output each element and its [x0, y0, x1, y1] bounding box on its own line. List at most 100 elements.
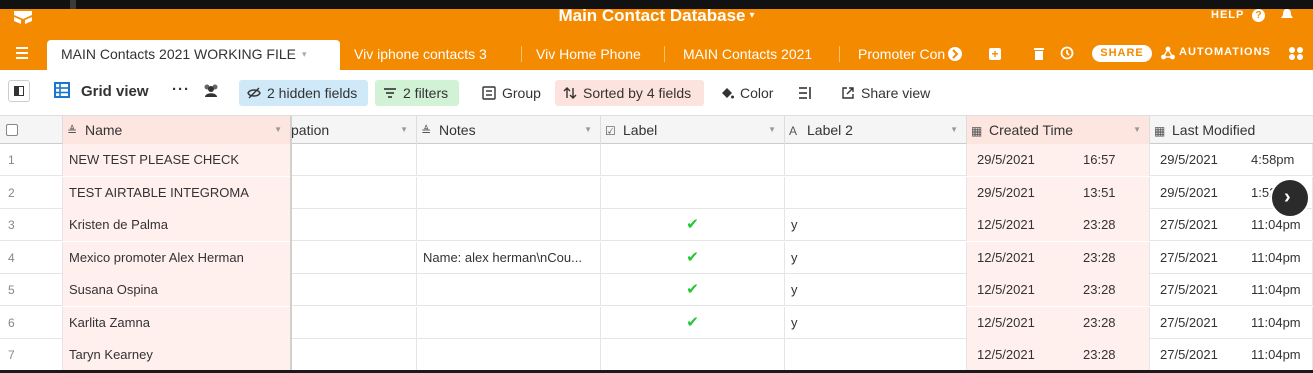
cell-label-2[interactable]: y	[785, 274, 967, 306]
cell-name[interactable]: Mexico promoter Alex Herman	[63, 241, 291, 274]
cell-last-modified[interactable]: 27/5/2021 11:04pm	[1150, 339, 1313, 370]
table-row[interactable]: 3 Kristen de Palma ✔ y 12/5/2021 23:28 27/5/20…	[0, 209, 1313, 241]
tab-viv-iphone-contacts-3[interactable]: Viv iphone contacts 3	[354, 38, 514, 70]
column-header-label-2[interactable]: A Label 2 ▼	[785, 116, 967, 144]
select-all-checkbox[interactable]	[6, 124, 18, 136]
bell-icon[interactable]	[1280, 9, 1294, 23]
table-row[interactable]: 5 Susana Ospina ✔ y 12/5/2021 23:28 27/5/2021 1…	[0, 274, 1313, 306]
table-row[interactable]: 7 Taryn Kearney 12/5/2021 23:28 27/5/2021 11:…	[0, 339, 1313, 370]
help-button[interactable]: HELP	[1211, 9, 1244, 21]
trash-icon[interactable]	[1034, 47, 1044, 60]
chevron-down-icon[interactable]: ▼	[584, 116, 592, 144]
cell-notes[interactable]	[417, 176, 601, 209]
cell-created-time[interactable]: 12/5/2021 23:28	[967, 241, 1150, 274]
cell-name[interactable]: Susana Ospina	[63, 274, 291, 306]
cell-label-2[interactable]: y	[785, 209, 967, 241]
sort-button[interactable]: Sorted by 4 fields	[555, 80, 704, 106]
chevron-down-icon[interactable]: ▼	[950, 116, 958, 144]
automations-button[interactable]: AUTOMATIONS	[1179, 46, 1271, 58]
cell-created-time[interactable]: 12/5/2021 23:28	[967, 339, 1150, 370]
color-button[interactable]: Color	[712, 80, 782, 106]
scroll-right-button[interactable]: ›	[1270, 178, 1310, 218]
cell-name[interactable]: TEST AIRTABLE INTEGROMA	[63, 176, 291, 209]
tab-promoter-contacts[interactable]: Promoter Con	[858, 38, 948, 70]
cell-label-checkbox[interactable]: ✔	[601, 306, 785, 339]
cell-label-checkbox[interactable]	[601, 144, 785, 176]
cell-created-time[interactable]: 29/5/2021 16:57	[967, 144, 1150, 176]
cell-created-time[interactable]: 12/5/2021 23:28	[967, 306, 1150, 339]
cell-name[interactable]: Kristen de Palma	[63, 209, 291, 241]
cell-label-checkbox[interactable]	[601, 176, 785, 209]
menu-icon[interactable]	[16, 47, 30, 59]
view-switcher[interactable]: Grid view	[81, 83, 149, 100]
history-icon[interactable]	[1060, 46, 1074, 60]
cell-notes[interactable]: Name: alex herman\nCou...	[417, 241, 601, 274]
filters-button[interactable]: 2 filters	[375, 80, 459, 106]
collaborators-icon[interactable]	[202, 83, 220, 97]
sidebar-toggle-icon[interactable]	[8, 80, 30, 102]
cell-label-checkbox[interactable]: ✔	[601, 274, 785, 306]
tab-main-contacts-2021-working-file[interactable]: MAIN Contacts 2021 WORKING FILE ▾	[47, 40, 340, 70]
tab-main-contacts-2021[interactable]: MAIN Contacts 2021	[683, 38, 829, 70]
chevron-down-icon[interactable]: ▼	[274, 116, 282, 144]
chevron-down-icon[interactable]: ▼	[400, 116, 408, 144]
table-row[interactable]: 1 NEW TEST PLEASE CHECK 29/5/2021 16:57 29/5…	[0, 144, 1313, 176]
view-menu-button[interactable]: ···	[172, 81, 190, 98]
cell-notes[interactable]	[417, 274, 601, 306]
table-row[interactable]: 6 Karlita Zamna ✔ y 12/5/2021 23:28 27/5/2021 1…	[0, 306, 1313, 339]
cell-label-2[interactable]	[785, 339, 967, 370]
column-header-last-modified[interactable]: ▦ Last Modified	[1150, 116, 1313, 144]
cell-occupation[interactable]	[291, 144, 417, 176]
cell-last-modified[interactable]: 27/5/2021 11:04pm	[1150, 241, 1313, 274]
cell-notes[interactable]	[417, 144, 601, 176]
table-row[interactable]: 2 TEST AIRTABLE INTEGROMA 29/5/2021 13:51 29…	[0, 176, 1313, 209]
cell-name[interactable]: Karlita Zamna	[63, 306, 291, 339]
cell-label-2[interactable]	[785, 144, 967, 176]
cell-name[interactable]: NEW TEST PLEASE CHECK	[63, 144, 291, 176]
table-row[interactable]: 4 Mexico promoter Alex Herman Name: alex h…	[0, 241, 1313, 274]
share-button[interactable]: SHARE	[1092, 45, 1152, 62]
cell-notes[interactable]	[417, 209, 601, 241]
automations-icon[interactable]	[1161, 46, 1175, 60]
column-header-name[interactable]: ≜ Name ▼	[63, 116, 291, 144]
column-header-created-time[interactable]: ▦ Created Time ▼	[967, 116, 1150, 144]
column-header-label[interactable]: ☑ Label ▼	[601, 116, 785, 144]
column-header-occupation[interactable]: pation ▼	[291, 116, 417, 144]
cell-last-modified[interactable]: 29/5/2021 4:58pm	[1150, 144, 1313, 176]
cell-label-2[interactable]: y	[785, 241, 967, 274]
cell-created-time[interactable]: 29/5/2021 13:51	[967, 176, 1150, 209]
cell-label-checkbox[interactable]	[601, 339, 785, 370]
cell-occupation[interactable]	[291, 241, 417, 274]
cell-occupation[interactable]	[291, 339, 417, 370]
group-button[interactable]: Group	[474, 80, 546, 106]
share-view-button[interactable]: Share view	[833, 80, 937, 106]
column-header-notes[interactable]: ≜ Notes ▼	[417, 116, 601, 144]
cell-occupation[interactable]	[291, 209, 417, 241]
cell-created-time[interactable]: 12/5/2021 23:28	[967, 209, 1150, 241]
tab-scroll-icon[interactable]	[945, 44, 965, 64]
cell-notes[interactable]	[417, 306, 601, 339]
chevron-down-icon[interactable]: ▼	[1133, 116, 1141, 144]
cell-notes[interactable]	[417, 339, 601, 370]
tab-viv-home-phone[interactable]: Viv Home Phone	[536, 38, 654, 70]
chevron-down-icon[interactable]: ▼	[768, 116, 776, 144]
cell-last-modified[interactable]: 27/5/2021 11:04pm	[1150, 306, 1313, 339]
cell-label-checkbox[interactable]: ✔	[601, 241, 785, 274]
cell-label-2[interactable]: y	[785, 306, 967, 339]
add-tab-icon[interactable]: +	[989, 48, 1001, 60]
cell-occupation[interactable]	[291, 274, 417, 306]
modified-date: 27/5/2021	[1160, 249, 1218, 265]
frozen-column-divider[interactable]	[290, 116, 292, 370]
base-title[interactable]: Main Contact Database ▾	[0, 9, 1313, 26]
apps-icon[interactable]	[1288, 46, 1304, 60]
help-icon[interactable]: ?	[1252, 9, 1265, 22]
cell-label-checkbox[interactable]: ✔	[601, 209, 785, 241]
cell-created-time[interactable]: 12/5/2021 23:28	[967, 274, 1150, 306]
cell-name[interactable]: Taryn Kearney	[63, 339, 291, 370]
hidden-fields-button[interactable]: 2 hidden fields	[239, 80, 368, 106]
cell-last-modified[interactable]: 27/5/2021 11:04pm	[1150, 274, 1313, 306]
cell-occupation[interactable]	[291, 176, 417, 209]
cell-label-2[interactable]	[785, 176, 967, 209]
cell-occupation[interactable]	[291, 306, 417, 339]
row-height-button[interactable]	[790, 80, 820, 106]
